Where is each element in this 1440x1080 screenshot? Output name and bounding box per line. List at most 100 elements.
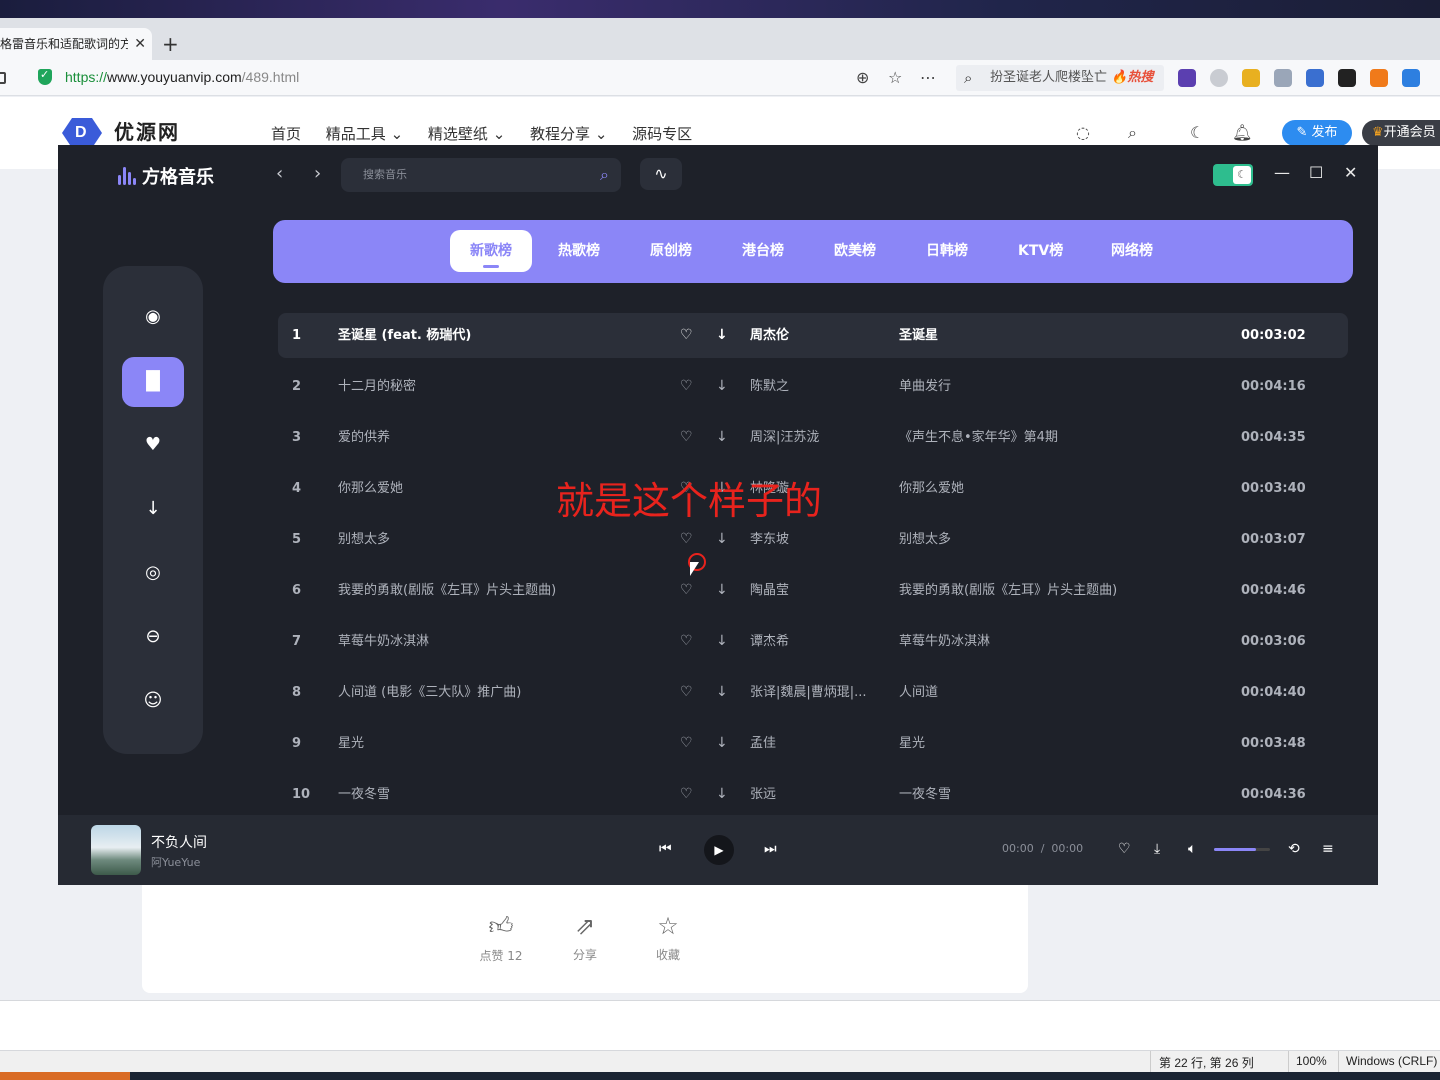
heart-icon[interactable]: ♥ bbox=[122, 420, 184, 470]
tab-ktv[interactable]: KTV榜 bbox=[1018, 230, 1063, 272]
start-button[interactable] bbox=[0, 1072, 130, 1080]
nav-tutorials[interactable]: 教程分享 ⌄ bbox=[530, 125, 607, 143]
song-album[interactable]: 单曲发行 bbox=[899, 364, 1199, 409]
extension-icon[interactable] bbox=[1210, 69, 1228, 87]
download-icon[interactable]: ⤓ bbox=[1154, 841, 1160, 857]
download-icon[interactable]: ↓ bbox=[716, 772, 728, 817]
share-button[interactable]: ⇗ 分享 bbox=[555, 912, 615, 963]
song-album[interactable]: 圣诞星 bbox=[899, 313, 1199, 358]
song-row[interactable]: 8 人间道 (电影《三大队》推广曲) ♡ ↓ 张译|魏晨|曹炳琨|... 人间道… bbox=[278, 670, 1348, 721]
playlist-icon[interactable]: ≡ bbox=[1322, 841, 1334, 857]
tab-western[interactable]: 欧美榜 bbox=[834, 230, 876, 272]
chart-icon[interactable]: ▐▌ bbox=[122, 357, 184, 407]
publish-button[interactable]: ✎ 发布 bbox=[1282, 120, 1352, 146]
song-artist[interactable]: 谭杰希 bbox=[750, 619, 875, 664]
song-album[interactable]: 《声生不息•家年华》第4期 bbox=[899, 415, 1199, 460]
next-icon[interactable]: ⏭︎ bbox=[764, 841, 777, 857]
download-icon[interactable]: ↓ bbox=[716, 313, 728, 358]
favorite-button[interactable]: ☆ 收藏 bbox=[638, 912, 698, 963]
song-album[interactable]: 你那么爱她 bbox=[899, 466, 1199, 511]
song-album[interactable]: 星光 bbox=[899, 721, 1199, 766]
tab-hot-songs[interactable]: 热歌榜 bbox=[558, 230, 600, 272]
nav-home[interactable]: 首页 bbox=[271, 125, 301, 143]
forward-arrow-icon[interactable]: › bbox=[314, 163, 321, 184]
search-icon[interactable]: ⌕ bbox=[600, 158, 609, 192]
song-artist[interactable]: 周杰伦 bbox=[750, 313, 875, 358]
toggle-icon[interactable]: ⊖ bbox=[122, 612, 184, 662]
minimize-icon[interactable]: — bbox=[1274, 163, 1290, 182]
download-icon[interactable]: ↓ bbox=[716, 568, 728, 613]
song-title[interactable]: 十二月的秘密 bbox=[338, 364, 658, 409]
song-title[interactable]: 一夜冬雪 bbox=[338, 772, 658, 817]
bell-icon[interactable]: 🔔︎ bbox=[1232, 123, 1252, 142]
song-title[interactable]: 人间道 (电影《三大队》推广曲) bbox=[338, 670, 658, 715]
heart-icon[interactable]: ♡ bbox=[680, 415, 693, 460]
song-artist[interactable]: 孟佳 bbox=[750, 721, 875, 766]
search-icon[interactable]: ⌕ bbox=[1128, 123, 1137, 143]
extension-icon[interactable] bbox=[1306, 69, 1324, 87]
tab-jp-kr[interactable]: 日韩榜 bbox=[926, 230, 968, 272]
download-icon[interactable]: ↓ bbox=[716, 619, 728, 664]
pulse-button[interactable]: ∿ bbox=[640, 158, 682, 190]
music-search-input[interactable]: 搜索音乐 ⌕ bbox=[341, 158, 621, 192]
nav-tools[interactable]: 精品工具 ⌄ bbox=[326, 125, 403, 143]
bookmark-star-icon[interactable]: ☆ bbox=[888, 68, 902, 87]
download-arrow-icon[interactable] bbox=[1274, 69, 1292, 87]
heart-icon[interactable]: ♡ bbox=[1118, 841, 1131, 857]
song-album[interactable]: 人间道 bbox=[899, 670, 1199, 715]
download-icon[interactable]: ↓ bbox=[716, 670, 728, 715]
song-artist[interactable]: 陈默之 bbox=[750, 364, 875, 409]
song-artist[interactable]: 陶晶莹 bbox=[750, 568, 875, 613]
repeat-icon[interactable]: ⟲ bbox=[1288, 841, 1300, 857]
song-row[interactable]: 9 星光 ♡ ↓ 孟佳 星光 00:03:48 bbox=[278, 721, 1348, 772]
song-row[interactable]: 2 十二月的秘密 ♡ ↓ 陈默之 单曲发行 00:04:16 bbox=[278, 364, 1348, 415]
radar-icon[interactable]: ◎ bbox=[122, 548, 184, 598]
song-album[interactable]: 别想太多 bbox=[899, 517, 1199, 562]
vip-button[interactable]: ♛开通会员 bbox=[1362, 120, 1440, 146]
volume-icon[interactable]: 🔈︎ bbox=[1188, 841, 1196, 857]
song-row[interactable]: 1 圣诞星 (feat. 杨瑞代) ♡ ↓ 周杰伦 圣诞星 00:03:02 bbox=[278, 313, 1348, 358]
extension-icon[interactable] bbox=[1338, 69, 1356, 87]
zoom-icon[interactable]: ⊕ bbox=[856, 68, 869, 87]
moon-icon[interactable]: ☾ bbox=[1190, 123, 1204, 142]
maximize-icon[interactable]: ☐ bbox=[1309, 163, 1323, 182]
downloads-icon[interactable] bbox=[1402, 69, 1420, 87]
song-title[interactable]: 草莓牛奶冰淇淋 bbox=[338, 619, 658, 664]
song-title[interactable]: 圣诞星 (feat. 杨瑞代) bbox=[338, 313, 658, 358]
editor-area[interactable] bbox=[0, 1000, 1440, 1050]
heart-icon[interactable]: ♡ bbox=[680, 721, 693, 766]
song-title[interactable]: 爱的供养 bbox=[338, 415, 658, 460]
album-cover[interactable] bbox=[91, 825, 141, 875]
browser-tab[interactable]: 格雷音乐和适配歌词的方 ✕ bbox=[0, 28, 152, 60]
tab-new-songs[interactable]: 新歌榜 bbox=[450, 230, 532, 272]
site-logo[interactable]: D bbox=[62, 118, 102, 148]
close-icon[interactable]: ✕ bbox=[1344, 163, 1357, 182]
volume-slider[interactable] bbox=[1214, 848, 1270, 851]
heart-icon[interactable]: ♡ bbox=[680, 619, 693, 664]
tab-internet[interactable]: 网络榜 bbox=[1111, 230, 1153, 272]
close-tab-icon[interactable]: ✕ bbox=[134, 28, 146, 60]
song-row[interactable]: 3 爱的供养 ♡ ↓ 周深|汪苏泷 《声生不息•家年华》第4期 00:04:35 bbox=[278, 415, 1348, 466]
download-icon[interactable]: ↓ bbox=[716, 721, 728, 766]
song-title[interactable]: 我要的勇敢(剧版《左耳》片头主题曲) bbox=[338, 568, 658, 613]
new-tab-icon[interactable]: + bbox=[162, 30, 179, 58]
disc-icon[interactable]: ◉ bbox=[122, 292, 184, 342]
browser-search-box[interactable]: ⌕ 扮圣诞老人爬楼坠亡 🔥热搜 bbox=[956, 65, 1164, 91]
home-icon[interactable] bbox=[0, 72, 6, 84]
song-title[interactable]: 星光 bbox=[338, 721, 658, 766]
song-album[interactable]: 一夜冬雪 bbox=[899, 772, 1199, 817]
bulb-icon[interactable]: ◌ bbox=[1076, 123, 1090, 142]
song-artist[interactable]: 张译|魏晨|曹炳琨|... bbox=[750, 670, 875, 715]
nav-wallpapers[interactable]: 精选壁纸 ⌄ bbox=[428, 125, 505, 143]
heart-icon[interactable]: ♡ bbox=[680, 772, 693, 817]
heart-icon[interactable]: ♡ bbox=[680, 670, 693, 715]
more-icon[interactable]: ⋯ bbox=[920, 68, 936, 87]
song-row[interactable]: 6 我要的勇敢(剧版《左耳》片头主题曲) ♡ ↓ 陶晶莹 我要的勇敢(剧版《左耳… bbox=[278, 568, 1348, 619]
song-artist[interactable]: 张远 bbox=[750, 772, 875, 817]
tab-hk-tw[interactable]: 港台榜 bbox=[742, 230, 784, 272]
song-row[interactable]: 7 草莓牛奶冰淇淋 ♡ ↓ 谭杰希 草莓牛奶冰淇淋 00:03:06 bbox=[278, 619, 1348, 670]
download-icon[interactable]: ↓ bbox=[122, 484, 184, 534]
theme-toggle[interactable]: ☾ bbox=[1213, 164, 1253, 186]
download-icon[interactable]: ↓ bbox=[716, 364, 728, 409]
extension-icon[interactable] bbox=[1178, 69, 1196, 87]
